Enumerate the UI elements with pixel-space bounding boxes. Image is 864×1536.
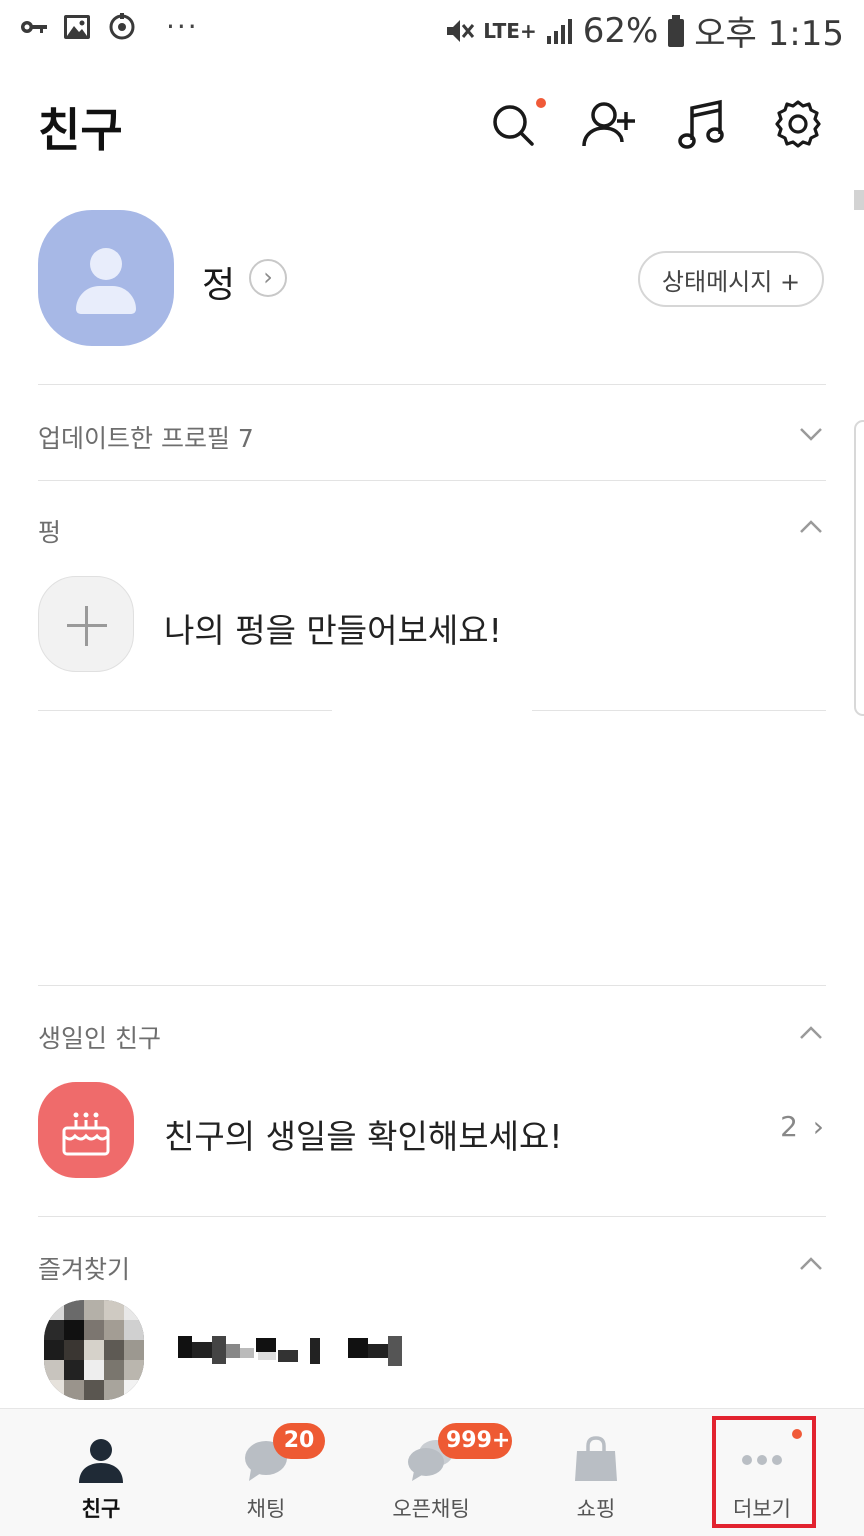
more-tab-highlight-box [712,1416,816,1528]
person-icon [79,1439,123,1483]
status-left-icons: ··· [18,10,199,43]
chevron-down-icon[interactable] [798,421,824,447]
chat-unread-badge: 20 [273,1423,325,1459]
birthday-count-value: 2 [780,1110,798,1143]
status-message-button[interactable]: 상태메시지 + [638,251,824,307]
clock: 오후 1:15 [694,14,844,54]
my-profile-avatar[interactable] [38,210,174,346]
chevron-up-icon[interactable] [798,1251,824,1277]
search-button[interactable] [486,96,546,152]
nav-label-shopping: 쇼핑 [576,1497,616,1521]
profile-chevron-icon[interactable]: › [249,259,287,297]
divider [532,710,826,711]
add-friend-button[interactable] [580,96,636,152]
create-pung-button[interactable] [38,576,134,672]
divider [38,384,826,385]
settings-button[interactable] [770,96,826,152]
status-message-label: 상태메시지 + [661,267,801,296]
music-icon [678,99,724,149]
gallery-icon [64,14,90,39]
add-friend-icon [582,102,635,147]
open-chat-unread-badge: 999+ [438,1423,512,1459]
birthday-section-label: 생일인 친구 [38,1024,161,1053]
status-bar: ··· LTE+ 62% 오후 1:15 [0,0,864,60]
signal-icon [546,18,572,44]
chevron-right-icon: › [812,1110,824,1143]
app-header: 친구 [0,80,864,180]
divider [38,1216,826,1217]
avatar-head [90,248,122,280]
nav-label-friends: 친구 [81,1497,121,1521]
nav-label-open-chat: 오픈채팅 [392,1497,470,1521]
pung-section-label: 펑 [38,518,62,547]
status-right: LTE+ 62% 오후 1:15 [443,6,844,55]
page-title: 친구 [38,103,123,157]
screen-edge-handle [854,420,864,716]
chevron-up-icon[interactable] [798,514,824,540]
key-icon [21,20,47,33]
updated-profiles-label[interactable]: 업데이트한 프로필 7 [38,419,254,455]
pixelated-avatar-image [44,1300,144,1400]
network-type: LTE+ [483,18,537,43]
nav-tab-chats[interactable]: 20 채팅 [180,1409,352,1536]
search-notification-dot [536,98,546,108]
battery-percent: 62% [582,10,659,51]
avatar-body [76,286,136,314]
nav-tab-open-chat[interactable]: 999+ 오픈채팅 [345,1409,517,1536]
scroll-indicator [854,190,864,210]
battery-icon [668,14,685,47]
favorites-section-label: 즐겨찾기 [38,1255,131,1284]
favorite-friend-avatar[interactable] [44,1300,144,1400]
divider [38,985,826,986]
divider [38,480,826,481]
birthday-prompt[interactable]: 친구의 생일을 확인해보세요! [164,1110,563,1158]
mute-icon [447,19,475,42]
divider [38,710,332,711]
nav-label-chats: 채팅 [246,1497,286,1521]
pixelated-friend-name[interactable] [178,1334,402,1368]
search-icon [493,105,534,146]
status-more: ··· [166,10,199,43]
sync-icon [109,12,135,39]
nav-tab-shopping[interactable]: 쇼핑 [510,1409,682,1536]
chevron-up-icon[interactable] [798,1020,824,1046]
birthday-count[interactable]: 2 › [780,1110,824,1143]
nav-tab-friends[interactable]: 친구 [15,1409,187,1536]
birthday-tile[interactable] [38,1082,134,1178]
shopping-bag-icon [575,1436,617,1481]
my-profile-name[interactable]: 정 [202,256,235,308]
birthday-cake-icon [62,1112,110,1156]
create-pung-prompt[interactable]: 나의 펑을 만들어보세요! [164,604,502,652]
music-button[interactable] [676,96,732,152]
settings-icon [775,100,821,148]
